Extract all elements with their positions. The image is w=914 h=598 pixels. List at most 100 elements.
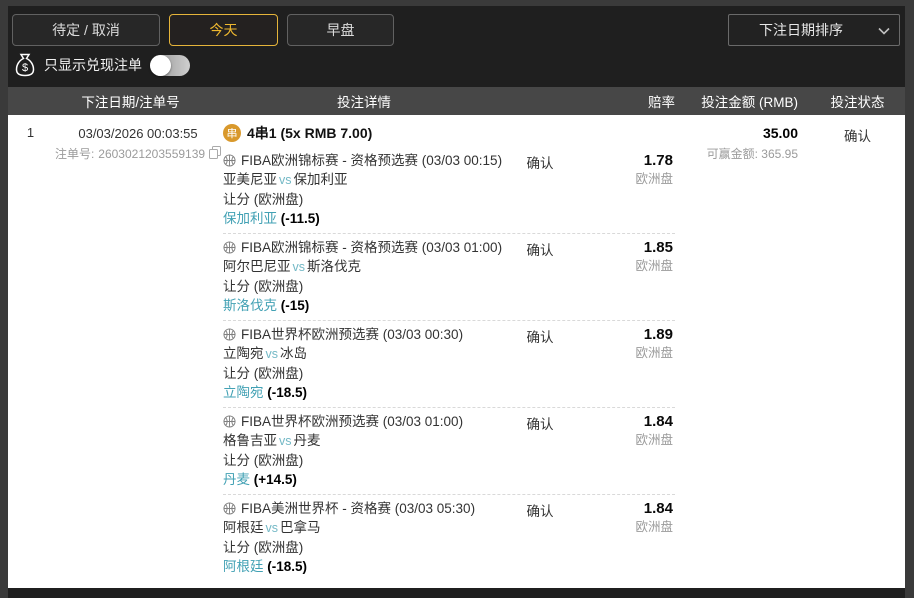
filter-pending-cancel-button[interactable]: 待定 / 取消 (12, 14, 160, 46)
away-team: 巴拿马 (280, 520, 321, 535)
money-bag-icon: $ (14, 53, 36, 77)
odds-type: 欧洲盘 (575, 170, 673, 188)
leg-status: 确认 (505, 151, 575, 228)
odds-value: 1.78 (575, 151, 673, 170)
bet-leg: FIBA欧洲锦标赛 - 资格预选赛 (03/03 01:00) 阿尔巴尼亚vs斯… (223, 234, 675, 321)
header-date: 下注日期/注单号 (8, 91, 223, 111)
leg-market: 让分 (欧洲盘) (223, 451, 505, 470)
leg-pick: 阿根廷 (223, 559, 264, 574)
bet-placed-datetime: 03/03/2026 00:03:55 (53, 125, 223, 143)
leg-text: FIBA欧洲锦标赛 - 资格预选赛 (03/03 00:15) 亚美尼亚vs保加… (223, 151, 505, 228)
leg-text: FIBA美洲世界杯 - 资格赛 (03/03 05:30) 阿根廷vs巴拿马 让… (223, 499, 505, 576)
home-team: 格鲁吉亚 (223, 433, 277, 448)
vs-label: vs (264, 347, 281, 361)
odds-type: 欧洲盘 (575, 344, 673, 362)
leg-pick-line: 立陶宛 (-18.5) (223, 383, 505, 402)
leg-pick: 丹麦 (223, 472, 250, 487)
cashout-toggle-label: 只显示兑现注单 (44, 55, 142, 75)
bet-status-column: 确认 (810, 115, 905, 581)
vs-label: vs (291, 260, 308, 274)
leg-pick: 保加利亚 (223, 211, 277, 226)
sort-dropdown-value: 下注日期排序 (759, 20, 843, 40)
sort-dropdown[interactable]: 下注日期排序 (728, 14, 900, 46)
header-amount: 投注金额 (RMB) (675, 91, 810, 111)
filter-early-button[interactable]: 早盘 (287, 14, 394, 46)
cashout-toggle[interactable] (150, 55, 190, 76)
leg-market: 让分 (欧洲盘) (223, 190, 505, 209)
toggle-knob (150, 55, 171, 76)
basketball-icon (223, 154, 236, 167)
bet-leg: FIBA世界杯欧洲预选赛 (03/03 01:00) 格鲁吉亚vs丹麦 让分 (… (223, 408, 675, 495)
parlay-badge-icon: 串 (223, 124, 241, 142)
leg-league: FIBA欧洲锦标赛 - 资格预选赛 (03/03 00:15) (223, 151, 505, 170)
leg-odds: 1.84 欧洲盘 (575, 499, 675, 576)
svg-text:$: $ (22, 62, 28, 74)
leg-league: FIBA美洲世界杯 - 资格赛 (03/03 05:30) (223, 499, 505, 518)
ticket-number-line: 注单号: 2603021203559139 (53, 145, 223, 162)
leg-market: 让分 (欧洲盘) (223, 277, 505, 296)
leg-status: 确认 (505, 325, 575, 402)
odds-type: 欧洲盘 (575, 257, 673, 275)
header-leg-status-spacer (505, 91, 575, 111)
ticket-label: 注单号: (55, 145, 94, 162)
leg-league-text: FIBA欧洲锦标赛 - 资格预选赛 (03/03 00:15) (241, 153, 502, 168)
leg-handicap: (-11.5) (281, 211, 320, 226)
basketball-icon (223, 502, 236, 515)
leg-status: 确认 (505, 499, 575, 576)
away-team: 斯洛伐克 (307, 259, 361, 274)
leg-teams: 阿根廷vs巴拿马 (223, 518, 505, 538)
row-index: 1 (8, 125, 53, 581)
leg-pick: 斯洛伐克 (223, 298, 277, 313)
leg-odds: 1.78 欧洲盘 (575, 151, 675, 228)
ticket-number: 2603021203559139 (98, 147, 205, 161)
leg-pick: 立陶宛 (223, 385, 264, 400)
odds-value: 1.84 (575, 499, 673, 518)
odds-value: 1.85 (575, 238, 673, 257)
leg-league: FIBA世界杯欧洲预选赛 (03/03 00:30) (223, 325, 505, 344)
leg-text: FIBA欧洲锦标赛 - 资格预选赛 (03/03 01:00) 阿尔巴尼亚vs斯… (223, 238, 505, 315)
table-body: 1 03/03/2026 00:03:55 注单号: 2603021203559… (8, 115, 905, 588)
leg-league-text: FIBA世界杯欧洲预选赛 (03/03 01:00) (241, 414, 463, 429)
leg-text: FIBA世界杯欧洲预选赛 (03/03 01:00) 格鲁吉亚vs丹麦 让分 (… (223, 412, 505, 489)
away-team: 冰岛 (280, 346, 307, 361)
leg-pick-line: 阿根廷 (-18.5) (223, 557, 505, 576)
bet-date-column: 1 03/03/2026 00:03:55 注单号: 2603021203559… (8, 115, 223, 581)
home-team: 亚美尼亚 (223, 172, 277, 187)
bet-history-panel: 待定 / 取消 今天 早盘 $ 只显示兑现注单 下注日期排序 (8, 6, 905, 598)
header-details: 投注详情 (223, 91, 505, 111)
leg-status: 确认 (505, 412, 575, 489)
bet-leg: FIBA美洲世界杯 - 资格赛 (03/03 05:30) 阿根廷vs巴拿马 让… (223, 495, 675, 581)
leg-league-text: FIBA美洲世界杯 - 资格赛 (03/03 05:30) (241, 501, 475, 516)
vs-label: vs (277, 173, 294, 187)
bet-status: 确认 (844, 129, 871, 144)
stake-amount: 35.00 (675, 124, 798, 143)
leg-league-text: FIBA世界杯欧洲预选赛 (03/03 00:30) (241, 327, 463, 342)
basketball-icon (223, 328, 236, 341)
away-team: 丹麦 (294, 433, 321, 448)
parlay-header: 串 4串1 (5x RMB 7.00) (223, 122, 675, 144)
leg-handicap: (-18.5) (267, 385, 307, 400)
leg-odds: 1.89 欧洲盘 (575, 325, 675, 402)
leg-handicap: (-18.5) (267, 559, 307, 574)
leg-handicap: (+14.5) (254, 472, 297, 487)
bet-leg: FIBA世界杯欧洲预选赛 (03/03 00:30) 立陶宛 vs冰岛 让分 (欧… (223, 321, 675, 408)
date-block: 03/03/2026 00:03:55 注单号: 260302120355913… (53, 125, 223, 581)
filter-today-button[interactable]: 今天 (169, 14, 278, 46)
table-header: 下注日期/注单号 投注详情 赔率 投注金额 (RMB) 投注状态 (8, 87, 905, 115)
away-team: 保加利亚 (294, 172, 348, 187)
leg-league: FIBA世界杯欧洲预选赛 (03/03 01:00) (223, 412, 505, 431)
odds-type: 欧洲盘 (575, 518, 673, 536)
leg-pick-line: 斯洛伐克 (-15) (223, 296, 505, 315)
potential-win-line: 可赢金额: 365.95 (675, 145, 798, 162)
bet-history-screen: 待定 / 取消 今天 早盘 $ 只显示兑现注单 下注日期排序 (0, 0, 914, 598)
bet-leg: FIBA欧洲锦标赛 - 资格预选赛 (03/03 00:15) 亚美尼亚vs保加… (223, 147, 675, 234)
header-main: 投注详情 赔率 (223, 91, 675, 111)
leg-market: 让分 (欧洲盘) (223, 364, 505, 383)
copy-icon[interactable] (209, 146, 221, 162)
leg-pick-line: 保加利亚 (-11.5) (223, 209, 505, 228)
vs-label: vs (264, 521, 281, 535)
potential-win-label: 可赢金额: (707, 147, 758, 161)
bet-row: 1 03/03/2026 00:03:55 注单号: 2603021203559… (8, 115, 905, 581)
leg-text: FIBA世界杯欧洲预选赛 (03/03 00:30) 立陶宛 vs冰岛 让分 (欧… (223, 325, 505, 402)
home-team: 阿根廷 (223, 520, 264, 535)
